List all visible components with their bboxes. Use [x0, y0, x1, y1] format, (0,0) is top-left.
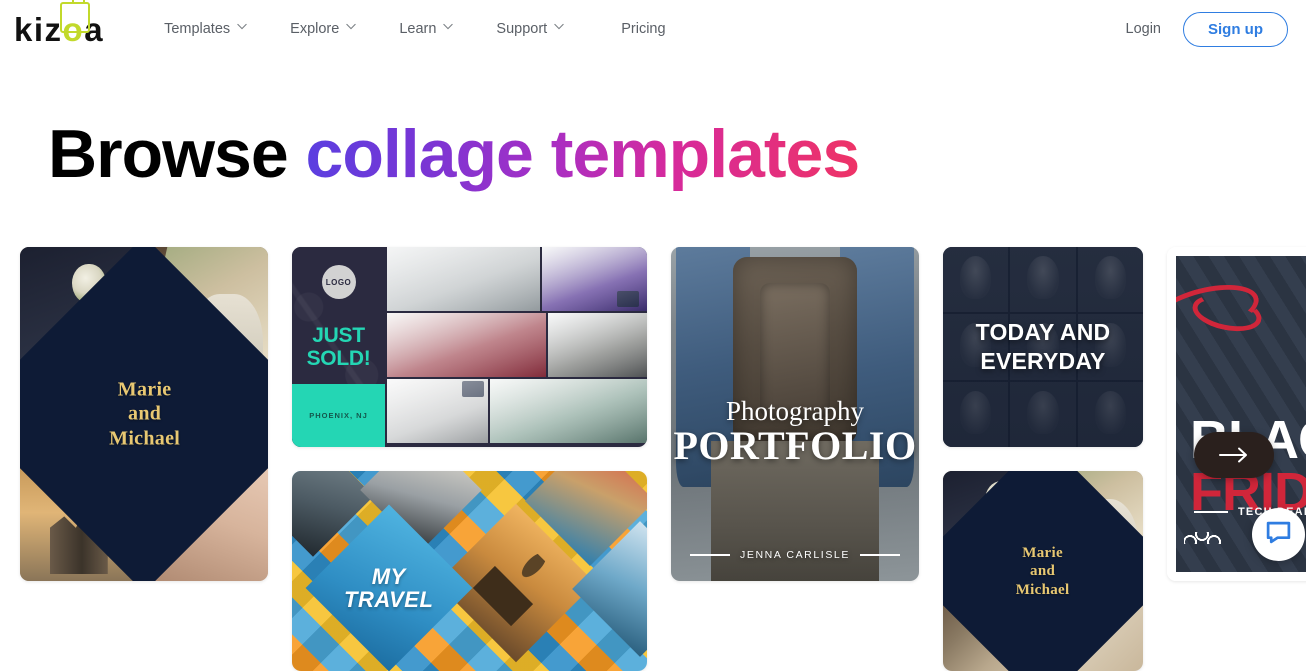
- template-grid: Marie and Michael LOGO JUST SOLD! PHOENI…: [20, 247, 1306, 671]
- chat-widget-button[interactable]: [1252, 508, 1305, 561]
- wedding-line-3: Michael: [108, 427, 180, 450]
- nav-item-learn[interactable]: Learn: [377, 21, 474, 37]
- chevron-down-icon: [554, 23, 564, 32]
- chevron-down-icon: [443, 23, 454, 32]
- travel-title: MY TRAVEL: [344, 563, 434, 612]
- wedding-title: Marie and Michael: [109, 377, 180, 450]
- page-title: Browse collage templates: [48, 120, 1306, 188]
- chevron-down-icon: [237, 23, 247, 32]
- template-card-wedding[interactable]: Marie and Michael: [20, 247, 268, 581]
- page-title-gradient: collage templates: [305, 116, 861, 192]
- rule-left: [690, 554, 731, 556]
- nav-label-explore: Explore: [290, 21, 340, 37]
- photo-living-room-2: [541, 247, 647, 311]
- rule-left: [1194, 511, 1228, 513]
- just-sold-location: PHOENIX, NJ: [309, 411, 368, 420]
- wedding-title: Marie and Michael: [1016, 544, 1070, 599]
- portfolio-title: Photography PORTFOLIO: [673, 395, 917, 468]
- photo-living-room-6: [490, 379, 647, 443]
- template-card-just-sold[interactable]: LOGO JUST SOLD! PHOENIX, NJ: [292, 247, 647, 447]
- rule-right: [859, 554, 900, 556]
- decorative-wave: [1184, 532, 1228, 544]
- nav-label-learn: Learn: [399, 21, 437, 37]
- photo-row: [387, 313, 647, 377]
- grid-column-2: LOGO JUST SOLD! PHOENIX, NJ MY TRAVEL: [292, 247, 647, 671]
- nav-item-pricing[interactable]: Pricing: [585, 21, 687, 37]
- wedding-line-1: Marie: [117, 378, 171, 401]
- template-card-portfolio[interactable]: Photography PORTFOLIO JENNA CARLISLE: [671, 247, 919, 581]
- portfolio-line-1: Photography: [726, 395, 864, 426]
- wedding-line-3: Michael: [1016, 581, 1070, 598]
- nav-label-pricing: Pricing: [621, 21, 666, 37]
- hero-section: Browse collage templates: [0, 58, 1306, 188]
- just-sold-panel: LOGO JUST SOLD! PHOENIX, NJ: [292, 247, 385, 447]
- page-title-plain: Browse: [48, 116, 306, 192]
- travel-line-1: MY: [372, 563, 406, 589]
- arrow-right-icon: [1219, 447, 1249, 463]
- logo-text-right: a: [84, 10, 105, 48]
- nav-item-support[interactable]: Support: [474, 21, 585, 37]
- grid-column-4: TODAY AND EVERYDAY Marie and Michael: [943, 247, 1143, 671]
- wedding-line-2: and: [1030, 562, 1056, 579]
- site-header: kiz o a Templates Explore Learn Support …: [0, 0, 1306, 58]
- photo-living-room-1: [387, 247, 540, 311]
- today-title: TODAY AND EVERYDAY: [976, 318, 1111, 377]
- nav-label-templates: Templates: [164, 21, 231, 37]
- travel-line-2: TRAVEL: [344, 587, 434, 612]
- just-sold-line-2: SOLD!: [306, 346, 371, 370]
- signup-button[interactable]: Sign up: [1183, 11, 1288, 47]
- template-card-travel[interactable]: MY TRAVEL: [292, 471, 647, 671]
- portfolio-byline: JENNA CARLISLE: [740, 549, 850, 561]
- header-actions: Login Sign up: [1126, 0, 1288, 58]
- just-sold-line-1: JUST: [312, 324, 365, 347]
- logo-camera-icon: o: [59, 0, 90, 46]
- logo-text-left: kiz: [14, 10, 63, 48]
- portfolio-line-2: PORTFOLIO: [673, 422, 917, 468]
- just-sold-headline: JUST SOLD!: [306, 324, 371, 370]
- nav-label-support: Support: [496, 21, 548, 37]
- just-sold-photo-grid: [385, 247, 647, 447]
- kizoa-logo[interactable]: kiz o a: [14, 0, 105, 48]
- template-card-today[interactable]: TODAY AND EVERYDAY: [943, 247, 1143, 447]
- chevron-down-icon: [346, 23, 357, 32]
- chat-bubble-icon: [1265, 520, 1292, 550]
- photo-living-room-4: [547, 313, 647, 377]
- template-card-wedding-2[interactable]: Marie and Michael: [943, 471, 1143, 671]
- photo-row: [387, 379, 647, 443]
- photo-living-room-3: [387, 313, 546, 377]
- grid-column-1: Marie and Michael: [20, 247, 268, 581]
- main-nav: Templates Explore Learn Support Pricing: [142, 21, 687, 37]
- wedding-line-1: Marie: [1022, 544, 1064, 561]
- just-sold-location-band: PHOENIX, NJ: [292, 384, 385, 447]
- login-button[interactable]: Login: [1126, 21, 1161, 37]
- portfolio-byline-row: JENNA CARLISLE: [671, 549, 919, 561]
- photo-row: [387, 247, 647, 311]
- today-line-1: TODAY AND: [975, 318, 1111, 345]
- today-line-2: EVERYDAY: [980, 348, 1106, 374]
- logo-placeholder-badge: LOGO: [321, 265, 356, 299]
- wedding-line-2: and: [127, 402, 161, 425]
- nav-item-templates[interactable]: Templates: [142, 21, 268, 37]
- carousel-next-button[interactable]: [1194, 432, 1274, 478]
- nav-item-explore[interactable]: Explore: [268, 21, 377, 37]
- grid-column-3: Photography PORTFOLIO JENNA CARLISLE: [671, 247, 919, 581]
- photo-living-room-5: [387, 379, 489, 443]
